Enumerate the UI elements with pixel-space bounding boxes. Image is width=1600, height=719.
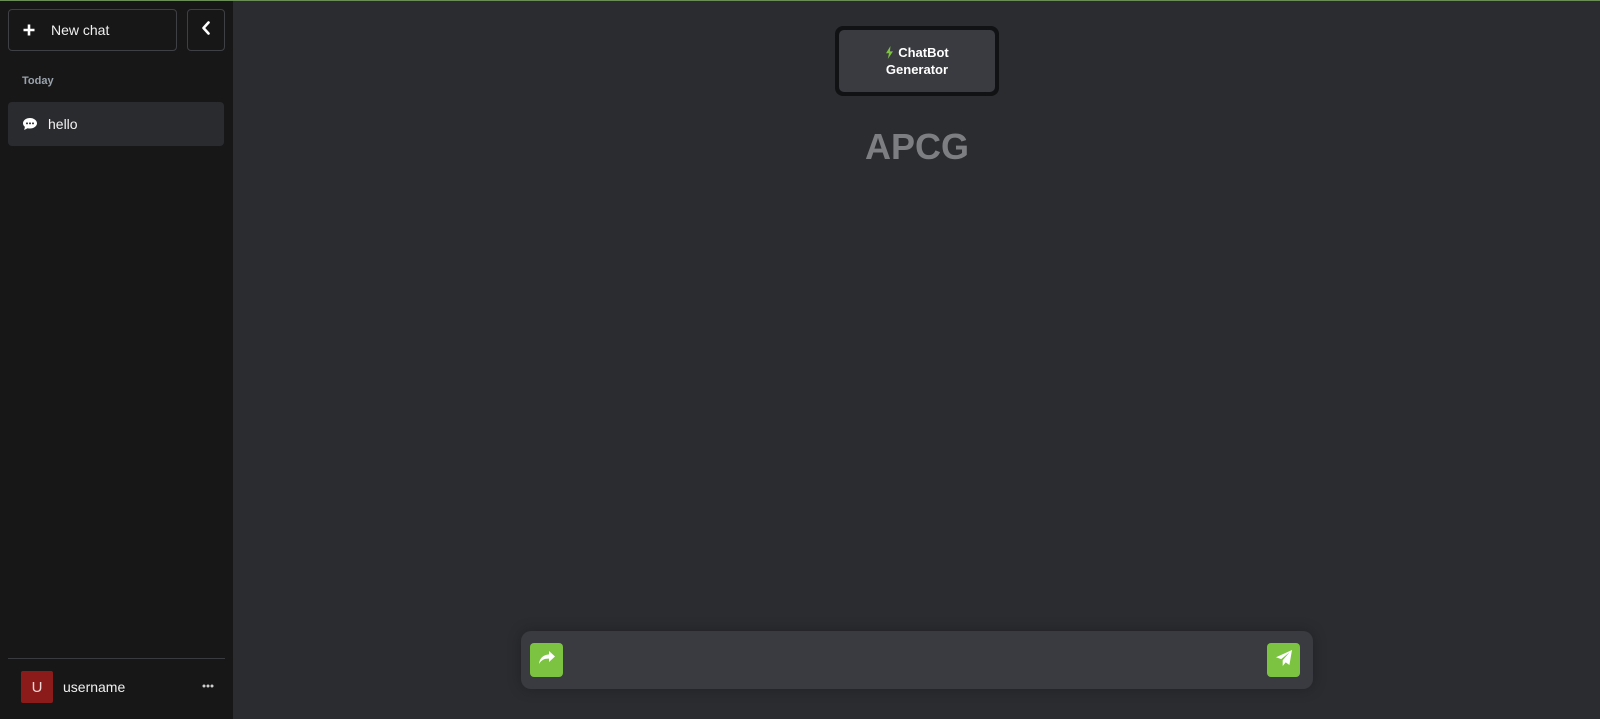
user-profile[interactable]: U username xyxy=(8,669,225,705)
chat-history-title: hello xyxy=(48,116,78,132)
model-selector-button[interactable]: ChatBot Generator xyxy=(835,26,999,96)
new-chat-label: New chat xyxy=(51,22,110,38)
message-input[interactable] xyxy=(577,643,1251,679)
sidebar: New chat Today hello U username xyxy=(0,1,233,719)
model-name-line2: Generator xyxy=(885,62,949,77)
section-label-today: Today xyxy=(22,75,54,87)
sidebar-divider xyxy=(8,658,225,659)
paper-plane-icon xyxy=(1275,649,1293,672)
top-accent-line xyxy=(0,0,1600,1)
ellipsis-icon[interactable] xyxy=(201,679,215,693)
bolt-icon xyxy=(886,46,894,59)
model-selector-inner: ChatBot Generator xyxy=(839,30,995,92)
chevron-left-icon xyxy=(201,20,211,40)
avatar: U xyxy=(21,671,53,703)
model-name-line1: ChatBot xyxy=(898,45,949,60)
new-chat-button[interactable]: New chat xyxy=(8,9,177,51)
message-composer xyxy=(521,631,1313,689)
collapse-sidebar-button[interactable] xyxy=(187,9,225,51)
chat-history-item[interactable]: hello xyxy=(8,102,224,146)
brand-title: APCG xyxy=(864,126,969,167)
speech-bubble-icon xyxy=(21,117,39,131)
share-arrow-icon xyxy=(538,650,556,671)
share-button[interactable] xyxy=(530,643,563,677)
username-label: username xyxy=(63,679,126,695)
send-button[interactable] xyxy=(1267,643,1300,677)
plus-icon xyxy=(22,23,36,37)
